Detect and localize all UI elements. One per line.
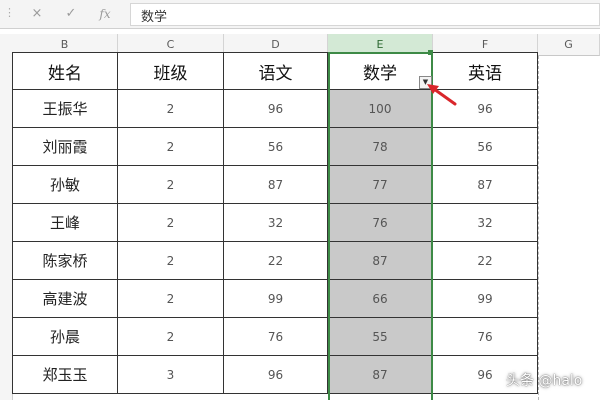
cell-math[interactable]: 77 [328,166,433,204]
cell-name[interactable]: 陈家桥 [12,242,118,280]
cell-math[interactable]: 87 [328,242,433,280]
cell-name[interactable]: 王振华 [12,90,118,128]
cell-class[interactable]: 2 [118,128,224,166]
cell-class[interactable]: 2 [118,204,224,242]
cell-chinese[interactable]: 87 [224,166,328,204]
cell-chinese[interactable]: 96 [224,90,328,128]
cell-math[interactable]: 100 [328,90,433,128]
annotation-arrow-icon [427,84,457,106]
cell-class[interactable]: 2 [118,318,224,356]
cell-name[interactable]: 王峰 [12,204,118,242]
cell-chinese[interactable]: 99 [224,280,328,318]
cancel-icon[interactable]: × [26,4,48,24]
cell-english[interactable]: 99 [433,280,538,318]
cell-math[interactable]: 78 [328,128,433,166]
cell-chinese[interactable]: 56 [224,128,328,166]
cell-english[interactable]: 22 [433,242,538,280]
formula-value: 数学 [141,10,168,25]
cell-name[interactable]: 孙敏 [12,166,118,204]
page-break-line [538,56,539,400]
cell-chinese[interactable]: 76 [224,318,328,356]
cell-math[interactable]: 66 [328,280,433,318]
cell-class[interactable]: 2 [118,90,224,128]
formula-bar: ⋮ × ✓ fx 数学 [0,0,600,29]
grip-icon: ⋮ [4,6,15,19]
fill-handle[interactable] [428,50,433,55]
cell-chinese[interactable]: 32 [224,204,328,242]
column-header-g[interactable]: G [538,34,600,56]
cell-math[interactable]: 55 [328,318,433,356]
cell-name[interactable]: 郑玉玉 [12,356,118,394]
cell-english[interactable]: 76 [433,318,538,356]
watermark: 头条 @halo [506,373,583,389]
confirm-icon[interactable]: ✓ [60,4,82,24]
cell-name[interactable]: 刘丽霞 [12,128,118,166]
cell-class[interactable]: 2 [118,166,224,204]
cell-class[interactable]: 2 [118,280,224,318]
header-cell-chinese[interactable]: 语文 [224,52,328,90]
header-cell-math[interactable]: 数学 [328,52,433,90]
insert-function-icon[interactable]: fx [94,4,116,24]
cell-english[interactable]: 56 [433,128,538,166]
cell-class[interactable]: 3 [118,356,224,394]
cell-math[interactable]: 76 [328,204,433,242]
cell-chinese[interactable]: 22 [224,242,328,280]
cell-english[interactable]: 32 [433,204,538,242]
cell-class[interactable]: 2 [118,242,224,280]
header-cell-name[interactable]: 姓名 [12,52,118,90]
cell-chinese[interactable]: 96 [224,356,328,394]
cell-name[interactable]: 高建波 [12,280,118,318]
cell-english[interactable]: 87 [433,166,538,204]
header-cell-class[interactable]: 班级 [118,52,224,90]
cell-math[interactable]: 87 [328,356,433,394]
formula-input[interactable]: 数学 [130,3,600,26]
cell-name[interactable]: 孙晨 [12,318,118,356]
